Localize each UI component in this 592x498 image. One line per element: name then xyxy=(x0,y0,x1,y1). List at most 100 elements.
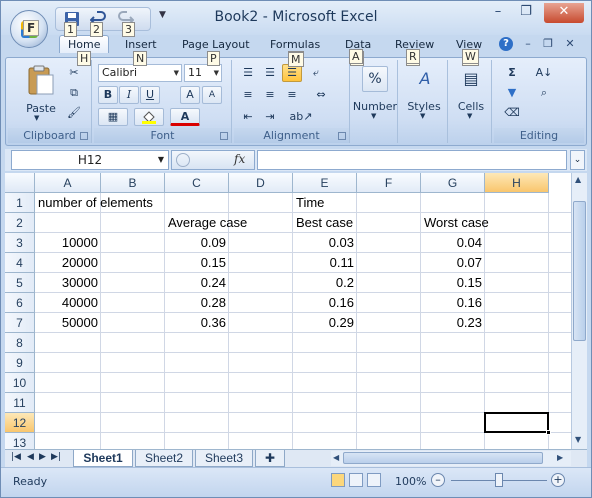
ribbon-close-button[interactable]: ✕ xyxy=(561,35,579,55)
row-header-13[interactable]: 13 xyxy=(5,433,35,449)
row-header-1[interactable]: 1 xyxy=(5,193,35,213)
row-header-8[interactable]: 8 xyxy=(5,333,35,353)
decrease-indent-icon[interactable]: ⇤ xyxy=(238,108,258,126)
cell-c2[interactable]: Average case xyxy=(165,213,250,233)
cell-e6[interactable]: 0.16 xyxy=(293,293,357,313)
alignment-launcher-icon[interactable] xyxy=(338,132,346,140)
paste-button-label[interactable]: Paste xyxy=(22,102,60,115)
row-header-12[interactable]: 12 xyxy=(5,413,35,433)
cell-e5[interactable]: 0.2 xyxy=(293,273,357,293)
cell-c3[interactable]: 0.09 xyxy=(165,233,229,253)
cell-e4[interactable]: 0.11 xyxy=(293,253,357,273)
select-all-button[interactable] xyxy=(5,173,35,193)
bold-button[interactable]: B xyxy=(98,86,118,104)
tab-page-layout[interactable]: Page Layout xyxy=(182,38,250,51)
column-header-d[interactable]: D xyxy=(229,173,293,193)
tab-formulas[interactable]: Formulas xyxy=(270,38,320,51)
row-header-5[interactable]: 5 xyxy=(5,273,35,293)
fill-color-icon[interactable] xyxy=(134,108,164,126)
page-layout-view-icon[interactable] xyxy=(349,473,363,487)
name-box[interactable]: H12 ▼ xyxy=(11,150,169,170)
expand-formula-bar-icon[interactable]: ⌄ xyxy=(570,150,585,170)
clear-icon[interactable]: ⌫ xyxy=(498,104,526,122)
row-header-11[interactable]: 11 xyxy=(5,393,35,413)
ribbon-restore-button[interactable]: ❐ xyxy=(539,35,557,55)
column-header-b[interactable]: B xyxy=(101,173,165,193)
cell-e1[interactable]: Time xyxy=(293,193,327,213)
cell-c7[interactable]: 0.36 xyxy=(165,313,229,333)
zoom-level[interactable]: 100% xyxy=(395,475,426,488)
prev-sheet-icon[interactable]: ◀ xyxy=(27,452,34,462)
cell-g2[interactable]: Worst case xyxy=(421,213,492,233)
italic-button[interactable]: I xyxy=(119,86,139,104)
underline-button[interactable]: U xyxy=(140,86,160,104)
align-right-icon[interactable]: ≡ xyxy=(282,86,302,104)
shrink-font-button[interactable]: A xyxy=(202,86,222,104)
cell-a1[interactable]: number of elements xyxy=(35,193,156,213)
cell-a3[interactable]: 10000 xyxy=(35,233,101,253)
cell-g3[interactable]: 0.04 xyxy=(421,233,485,253)
cell-e3[interactable]: 0.03 xyxy=(293,233,357,253)
cell-a5[interactable]: 30000 xyxy=(35,273,101,293)
cell-a7[interactable]: 50000 xyxy=(35,313,101,333)
last-sheet-icon[interactable]: ▶| xyxy=(51,452,61,462)
cell-e2[interactable]: Best case xyxy=(293,213,356,233)
column-header-h[interactable]: H xyxy=(485,173,549,193)
align-top-icon[interactable]: ☰ xyxy=(238,64,258,82)
cell-c4[interactable]: 0.15 xyxy=(165,253,229,273)
borders-icon[interactable]: ▦ xyxy=(98,108,128,126)
cell-a6[interactable]: 40000 xyxy=(35,293,101,313)
sheet-tab-sheet1[interactable]: Sheet1 xyxy=(73,450,133,467)
font-launcher-icon[interactable] xyxy=(220,132,228,140)
name-box-dropdown-icon[interactable]: ▼ xyxy=(158,151,164,169)
increase-indent-icon[interactable]: ⇥ xyxy=(260,108,280,126)
sheet-tab-sheet3[interactable]: Sheet3 xyxy=(195,450,253,467)
styles-icon[interactable]: A xyxy=(412,66,438,92)
sort-filter-icon[interactable]: A↓ xyxy=(530,64,558,82)
column-header-a[interactable]: A xyxy=(35,173,101,193)
column-header-e[interactable]: E xyxy=(293,173,357,193)
percent-style-icon[interactable]: % xyxy=(362,66,388,92)
align-middle-icon[interactable]: ☰ xyxy=(260,64,280,82)
cancel-formula-icon[interactable] xyxy=(176,153,190,167)
close-button[interactable]: ✕ xyxy=(544,3,584,23)
align-left-icon[interactable]: ≡ xyxy=(238,86,258,104)
column-header-f[interactable]: F xyxy=(357,173,421,193)
tab-insert[interactable]: Insert xyxy=(125,38,157,51)
vertical-scrollbar[interactable]: ▲ ▼ xyxy=(571,173,587,449)
insert-worksheet-icon[interactable]: ✚ xyxy=(255,450,285,467)
cell-c5[interactable]: 0.24 xyxy=(165,273,229,293)
paste-dropdown-icon[interactable]: ▼ xyxy=(34,114,39,122)
font-color-button[interactable]: A xyxy=(170,108,200,126)
fill-icon[interactable]: ▼ xyxy=(498,84,526,102)
cell-c6[interactable]: 0.28 xyxy=(165,293,229,313)
active-cell-border[interactable] xyxy=(484,412,549,433)
cell-g5[interactable]: 0.15 xyxy=(421,273,485,293)
format-painter-icon[interactable]: 🖌 xyxy=(64,104,84,122)
autosum-button[interactable]: Σ xyxy=(498,64,526,82)
styles-dropdown-icon[interactable]: ▼ xyxy=(420,112,425,120)
help-icon[interactable]: ? xyxy=(499,37,513,51)
insert-function-button[interactable]: fx xyxy=(234,152,245,166)
zoom-slider-thumb[interactable] xyxy=(495,473,503,487)
sheet-tab-sheet2[interactable]: Sheet2 xyxy=(135,450,193,467)
column-header-g[interactable]: G xyxy=(421,173,485,193)
scroll-right-icon[interactable]: ▶ xyxy=(557,453,563,462)
column-header-c[interactable]: C xyxy=(165,173,229,193)
horizontal-scrollbar[interactable]: ◀ ▶ xyxy=(331,451,571,466)
align-center-icon[interactable]: ≡ xyxy=(260,86,280,104)
paste-icon[interactable] xyxy=(26,64,56,96)
scroll-down-icon[interactable]: ▼ xyxy=(575,435,581,444)
vertical-scroll-thumb[interactable] xyxy=(573,201,586,341)
row-header-10[interactable]: 10 xyxy=(5,373,35,393)
cut-icon[interactable]: ✂ xyxy=(64,64,84,82)
row-header-2[interactable]: 2 xyxy=(5,213,35,233)
next-sheet-icon[interactable]: ▶ xyxy=(39,452,46,462)
orientation-icon[interactable]: ab↗ xyxy=(286,108,316,126)
font-size-field[interactable]: 11 ▼ xyxy=(184,64,222,82)
cell-a4[interactable]: 20000 xyxy=(35,253,101,273)
horizontal-scroll-thumb[interactable] xyxy=(343,452,543,464)
zoom-out-button[interactable]: – xyxy=(431,473,445,487)
clipboard-launcher-icon[interactable] xyxy=(80,132,88,140)
normal-view-icon[interactable] xyxy=(331,473,345,487)
